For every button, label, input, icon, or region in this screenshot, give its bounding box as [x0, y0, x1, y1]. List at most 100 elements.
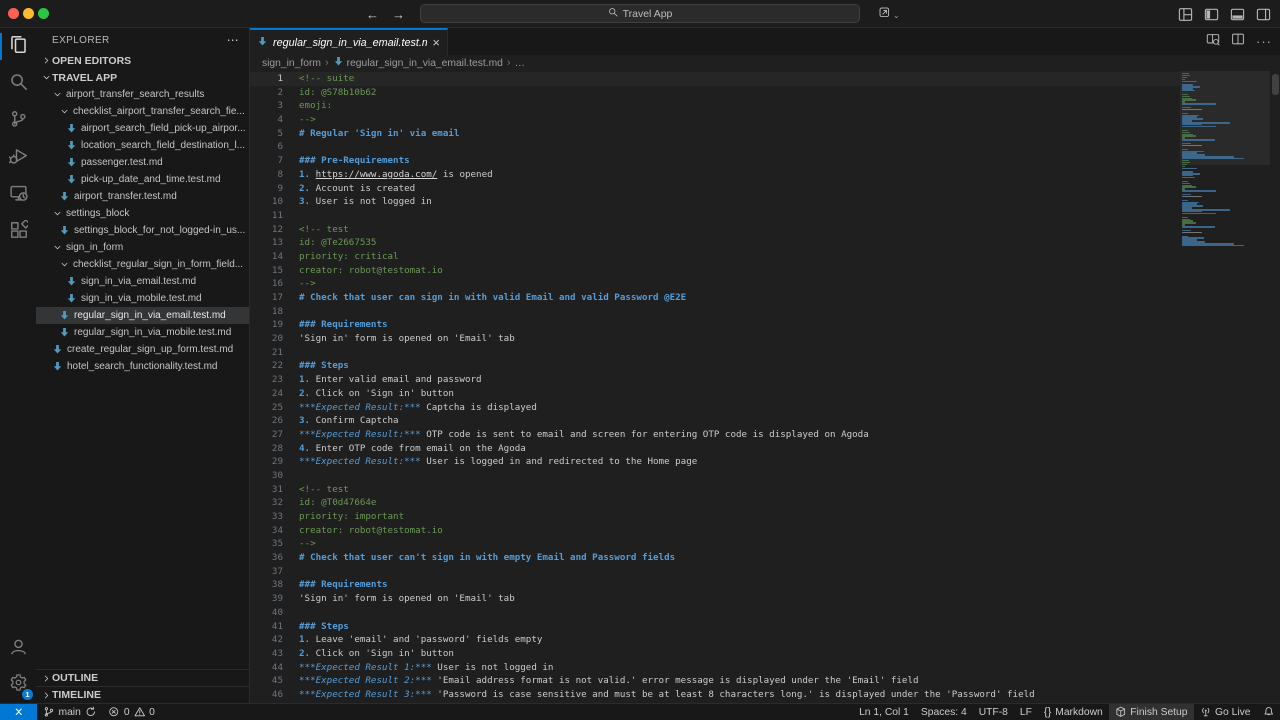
- status-notifications[interactable]: [1257, 704, 1280, 720]
- code-line[interactable]: 14priority: critical: [250, 250, 1180, 264]
- panel-outline[interactable]: OUTLINE: [36, 669, 249, 686]
- activity-item-settings[interactable]: 1: [0, 667, 36, 703]
- code-line[interactable]: 3emoji:: [250, 99, 1180, 113]
- code-line[interactable]: 44***Expected Result 1:*** User is not l…: [250, 661, 1180, 675]
- code-line[interactable]: 421. Leave 'email' and 'password' fields…: [250, 633, 1180, 647]
- code-line[interactable]: 1<!-- suite: [250, 72, 1180, 86]
- code-line[interactable]: 34creator: robot@testomat.io: [250, 524, 1180, 538]
- open-preview-icon[interactable]: [1206, 32, 1220, 51]
- breadcrumb-item[interactable]: regular_sign_in_via_email.test.md: [333, 56, 503, 70]
- status-finish-setup[interactable]: Finish Setup: [1109, 704, 1194, 720]
- close-icon[interactable]: ×: [432, 36, 440, 49]
- code-line[interactable]: 12<!-- test: [250, 223, 1180, 237]
- minimize-window-button[interactable]: [23, 8, 34, 19]
- code-line[interactable]: 27***Expected Result:*** OTP code is sen…: [250, 428, 1180, 442]
- status-indentation[interactable]: Spaces: 4: [915, 704, 973, 720]
- code-line[interactable]: 4-->: [250, 113, 1180, 127]
- code-line[interactable]: 5# Regular 'Sign in' via email: [250, 127, 1180, 141]
- code-line[interactable]: 2id: @S78b10b62: [250, 86, 1180, 100]
- minimap[interactable]: [1180, 71, 1270, 703]
- code-line[interactable]: 36# Check that user can't sign in with e…: [250, 551, 1180, 565]
- code-line[interactable]: 39'Sign in' form is opened on 'Email' ta…: [250, 592, 1180, 606]
- split-editor-icon[interactable]: [1231, 32, 1245, 51]
- code-line[interactable]: 35-->: [250, 537, 1180, 551]
- status-encoding[interactable]: UTF-8: [973, 704, 1014, 720]
- code-line[interactable]: 21: [250, 346, 1180, 360]
- code-line[interactable]: 242. Click on 'Sign in' button: [250, 387, 1180, 401]
- scrollbar-thumb[interactable]: [1272, 74, 1279, 95]
- folder-checklist-regular-sign-in-form-field-[interactable]: checklist_regular_sign_in_form_field...: [36, 256, 249, 273]
- folder-settings-block[interactable]: settings_block: [36, 205, 249, 222]
- code-line[interactable]: 81. https://www.agoda.com/ is opened: [250, 168, 1180, 182]
- code-line[interactable]: 6: [250, 140, 1180, 154]
- file-create-regular-sign-up-form-test-md[interactable]: create_regular_sign_up_form.test.md: [36, 341, 249, 358]
- file-pick-up-date-and-time-test-md[interactable]: pick-up_date_and_time.test.md: [36, 171, 249, 188]
- toggle-secondary-sidebar-icon[interactable]: [1256, 7, 1271, 22]
- code-line[interactable]: 20'Sign in' form is opened on 'Email' ta…: [250, 332, 1180, 346]
- code-line[interactable]: 18: [250, 305, 1180, 319]
- code-line[interactable]: 38### Requirements: [250, 578, 1180, 592]
- code-line[interactable]: 25***Expected Result:*** Captcha is disp…: [250, 401, 1180, 415]
- workspace-section[interactable]: TRAVEL APP: [36, 69, 249, 86]
- code-line[interactable]: 19### Requirements: [250, 318, 1180, 332]
- activity-item-search[interactable]: [0, 65, 36, 102]
- zoom-window-button[interactable]: [38, 8, 49, 19]
- tab-regular-sign-in-via-email[interactable]: regular_sign_in_via_email.test.md ×: [250, 28, 448, 55]
- code-line[interactable]: 103. User is not logged in: [250, 195, 1180, 209]
- code-line[interactable]: 15creator: robot@testomat.io: [250, 264, 1180, 278]
- activity-item-run-debug[interactable]: [0, 139, 36, 176]
- file-settings-block-for-not-logged-in-us-[interactable]: settings_block_for_not_logged-in_us...: [36, 222, 249, 239]
- status-remote-indicator[interactable]: [0, 704, 37, 720]
- folder-checklist-airport-transfer-search-fie-[interactable]: checklist_airport_transfer_search_fie...: [36, 103, 249, 120]
- status-cursor-position[interactable]: Ln 1, Col 1: [853, 704, 915, 720]
- more-actions-icon[interactable]: ⋯: [227, 33, 239, 47]
- status-language-mode[interactable]: {}Markdown: [1038, 704, 1109, 720]
- file-sign-in-via-mobile-test-md[interactable]: sign_in_via_mobile.test.md: [36, 290, 249, 307]
- code-line[interactable]: 46***Expected Result 3:*** 'Password is …: [250, 688, 1180, 702]
- scrollbar[interactable]: [1270, 71, 1280, 703]
- code-line[interactable]: 263. Confirm Captcha: [250, 414, 1180, 428]
- open-editors-section[interactable]: OPEN EDITORS: [36, 52, 249, 69]
- file-passenger-test-md[interactable]: passenger.test.md: [36, 154, 249, 171]
- breadcrumb-item[interactable]: …: [515, 58, 525, 69]
- code-line[interactable]: 37: [250, 565, 1180, 579]
- more-actions-icon[interactable]: ···: [1256, 33, 1272, 51]
- code-line[interactable]: 29***Expected Result:*** User is logged …: [250, 455, 1180, 469]
- status-git-branch[interactable]: main: [37, 704, 102, 720]
- code-line[interactable]: 31<!-- test: [250, 483, 1180, 497]
- activity-item-accounts[interactable]: [0, 631, 36, 667]
- customize-layout-icon[interactable]: [1178, 7, 1193, 22]
- toggle-primary-sidebar-icon[interactable]: [1204, 7, 1219, 22]
- code-line[interactable]: 432. Click on 'Sign in' button: [250, 647, 1180, 661]
- code-line[interactable]: 11: [250, 209, 1180, 223]
- file-location-search-field-destination-l-[interactable]: location_search_field_destination_l...: [36, 137, 249, 154]
- code-line[interactable]: 22### Steps: [250, 359, 1180, 373]
- forward-icon[interactable]: →: [392, 7, 405, 22]
- breadcrumb-item[interactable]: sign_in_form: [262, 58, 321, 69]
- close-window-button[interactable]: [8, 8, 19, 19]
- code-line[interactable]: 40: [250, 606, 1180, 620]
- toggle-panel-icon[interactable]: [1230, 7, 1245, 22]
- status-problems[interactable]: 00: [102, 704, 160, 720]
- code-line[interactable]: 13id: @Te2667535: [250, 236, 1180, 250]
- status-go-live[interactable]: Go Live: [1194, 704, 1257, 720]
- activity-item-extensions[interactable]: [0, 213, 36, 250]
- file-regular-sign-in-via-mobile-test-md[interactable]: regular_sign_in_via_mobile.test.md: [36, 324, 249, 341]
- folder-airport-transfer-search-results[interactable]: airport_transfer_search_results: [36, 86, 249, 103]
- code-line[interactable]: 16-->: [250, 277, 1180, 291]
- status-eol[interactable]: LF: [1014, 704, 1038, 720]
- code-line[interactable]: 33priority: important: [250, 510, 1180, 524]
- code-editor[interactable]: 1<!-- suite2id: @S78b10b623emoji:4-->5# …: [250, 72, 1180, 703]
- code-line[interactable]: 7### Pre-Requirements: [250, 154, 1180, 168]
- file-regular-sign-in-via-email-test-md[interactable]: regular_sign_in_via_email.test.md: [36, 307, 249, 324]
- code-line[interactable]: 17# Check that user can sign in with val…: [250, 291, 1180, 305]
- activity-item-explorer[interactable]: [0, 28, 36, 65]
- activity-item-source-control[interactable]: [0, 102, 36, 139]
- file-airport-search-field-pick-up-airpor-[interactable]: airport_search_field_pick-up_airpor...: [36, 120, 249, 137]
- file-hotel-search-functionality-test-md[interactable]: hotel_search_functionality.test.md: [36, 358, 249, 375]
- command-center[interactable]: Travel App: [420, 4, 860, 23]
- code-line[interactable]: 30: [250, 469, 1180, 483]
- code-line[interactable]: 92. Account is created: [250, 182, 1180, 196]
- panel-timeline[interactable]: TIMELINE: [36, 686, 249, 703]
- code-line[interactable]: 41### Steps: [250, 620, 1180, 634]
